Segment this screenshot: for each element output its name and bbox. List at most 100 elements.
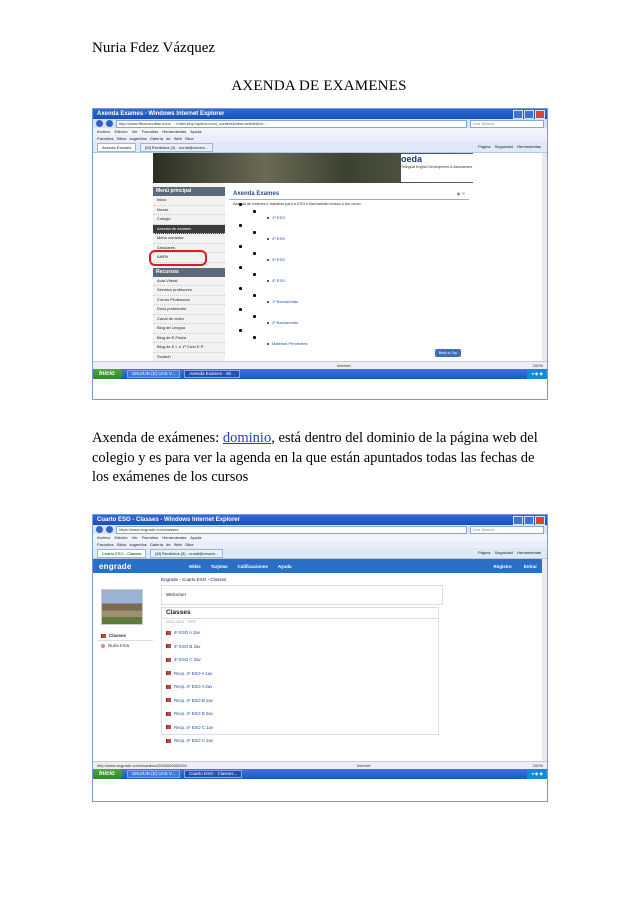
class-link[interactable]: Recp. 4º ESO B 1av — [174, 694, 213, 708]
registro-link[interactable]: Registro — [493, 564, 511, 569]
dominio-link[interactable]: dominio — [223, 430, 271, 446]
para-prefix: Axenda de exámenes: — [92, 430, 223, 446]
class-link[interactable]: Recp. 4º ESO C 2av — [174, 734, 213, 748]
class-row[interactable]: 4º ESO C 2av — [162, 653, 438, 667]
nav-item[interactable]: Scratch — [153, 353, 225, 362]
close-icon[interactable] — [535, 516, 545, 525]
book-icon — [166, 671, 171, 676]
taskbar-item[interactable]: GNU/LIN (E) UAS V... — [126, 770, 181, 778]
back-to-top-button[interactable]: Back to Top — [435, 349, 461, 357]
print-email-icons[interactable]: ▣ ✉ — [457, 191, 465, 196]
back-icon[interactable] — [96, 120, 103, 127]
command-bar[interactable]: Página Seguridad Herramientas — [478, 142, 547, 152]
course-link[interactable]: 2º ESO — [272, 236, 285, 241]
url-input[interactable]: http://www.fftcoconuttac.com/ ... index.… — [116, 119, 467, 128]
account-links: Registro Entrar — [493, 564, 547, 569]
nav-tarjetas[interactable]: Tarjetas — [211, 564, 228, 569]
course-link[interactable]: 2º Bacharelato — [272, 320, 298, 325]
sidebar-item-classes[interactable]: Classes — [97, 631, 153, 641]
nav-item[interactable]: Blog de Lengua — [153, 324, 225, 334]
tab-classes[interactable]: Cuarto ESO - Classes — [97, 548, 147, 558]
search-input[interactable]: Live Search — [470, 525, 544, 534]
taskbar-item[interactable]: GNU/LIN (E) UAS V... — [126, 370, 181, 378]
class-link[interactable]: Recp. 4º ESO A 1av — [174, 667, 212, 681]
close-icon[interactable] — [535, 110, 545, 119]
nav-item[interactable]: Novas — [153, 206, 225, 215]
course-link[interactable]: 4º ESO — [272, 278, 285, 283]
class-link[interactable]: 4º ESO A 2av — [174, 626, 200, 640]
engrade-logo[interactable]: engrade — [93, 562, 189, 571]
class-row[interactable]: 4º ESO A 2av — [162, 626, 438, 640]
class-link[interactable]: 4º ESO C 2av — [174, 653, 201, 667]
course-link[interactable]: 1º Bacharelato — [272, 299, 298, 304]
tab-strip: Axenda Exames [M] Recibidos (3) - nuriaf… — [93, 142, 547, 153]
status-bar: Internet 100% — [93, 361, 547, 369]
zone-label: Internet — [357, 763, 371, 768]
book-icon — [166, 725, 171, 730]
class-row[interactable]: Recp. 4º ESO A 2av — [162, 680, 438, 694]
nav-wikis[interactable]: Wikis — [189, 564, 201, 569]
nav-item-axenda-selected[interactable]: Axenda de exames — [153, 224, 225, 234]
class-row[interactable]: Recp. 4º ESO C 2av — [162, 734, 438, 748]
class-link[interactable]: Recp. 4º ESO C 1av — [174, 721, 213, 735]
class-row[interactable]: Recp. 4º ESO B 1av — [162, 694, 438, 708]
command-bar[interactable]: Página Seguridad Herramientas — [478, 548, 547, 558]
scrollbar[interactable] — [542, 153, 547, 361]
zoom-level[interactable]: 100% — [533, 762, 543, 769]
tab-axenda[interactable]: Axenda Exames — [97, 142, 137, 152]
class-link[interactable]: Recp. 4º ESO A 2av — [174, 680, 212, 694]
nav-ayuda[interactable]: Ayuda — [278, 564, 292, 569]
list-item: 2º Bacharelato — [235, 308, 385, 329]
maximize-icon[interactable] — [524, 110, 534, 119]
search-input[interactable]: Live Search — [470, 119, 544, 128]
forward-icon[interactable] — [106, 120, 113, 127]
class-link[interactable]: 4º ESO B 2av — [174, 640, 200, 654]
url-input[interactable]: https://www.engrade.com/classes — [116, 525, 467, 534]
nav-item[interactable]: Colegio — [153, 215, 225, 225]
author-name: Nuria Fdez Vázquez — [92, 40, 216, 56]
maximize-icon[interactable] — [524, 516, 534, 525]
nav-item[interactable]: Menu comedor — [153, 234, 225, 244]
nav-item[interactable]: Inicio — [153, 196, 225, 206]
nav-item[interactable]: Blog de E.I. e 1º Ciclo E.P. — [153, 343, 225, 353]
favorites-bar[interactable]: Favoritos Sitios sugeridos Galería de We… — [93, 135, 547, 142]
entrar-link[interactable]: Entrar — [524, 564, 537, 569]
window-controls[interactable] — [513, 110, 545, 119]
class-row[interactable]: Recp. 4º ESO C 1av — [162, 721, 438, 735]
back-icon[interactable] — [96, 526, 103, 533]
minimize-icon[interactable] — [513, 516, 523, 525]
minimize-icon[interactable] — [513, 110, 523, 119]
tab-mail[interactable]: [M] Recibidos (3) - nuriaf@cevam... — [150, 548, 224, 558]
nav-calificaciones[interactable]: Calificaciones — [238, 564, 268, 569]
course-link[interactable]: 3º ESO — [272, 257, 285, 262]
list-item: Materias Pendentes — [235, 329, 385, 350]
red-highlight-circle — [149, 250, 207, 266]
class-row[interactable]: Recp. 4º ESO A 1av — [162, 667, 438, 681]
menu-bar[interactable]: Archivo Edición Ver Favoritos Herramient… — [93, 534, 547, 541]
menu-bar[interactable]: Archivo Edición Ver Favoritos Herramient… — [93, 128, 547, 135]
class-link[interactable]: Recp. 4º ESO B 2av — [174, 707, 213, 721]
nav-item[interactable]: Servidor profesores — [153, 286, 225, 296]
class-row[interactable]: 4º ESO B 2av — [162, 640, 438, 654]
nav-item[interactable]: Docs profesores — [153, 305, 225, 315]
nav-item[interactable]: Correo Profesores — [153, 296, 225, 305]
sidebar-item-user[interactable]: Nuria Irma — [97, 641, 153, 650]
taskbar-item-active[interactable]: Cuarto ESO - Classes... — [184, 770, 243, 778]
breadcrumb[interactable]: Engrade › Cuarto ESO › Classes — [161, 577, 226, 582]
scrollbar[interactable] — [542, 559, 547, 761]
book-icon — [166, 644, 171, 649]
course-link[interactable]: Materias Pendentes — [272, 341, 308, 346]
nav-item[interactable]: Aula Virtual — [153, 277, 225, 286]
course-link[interactable]: 1º ESO — [272, 215, 285, 220]
favorites-bar[interactable]: Favoritos Sitios sugeridos Galería de We… — [93, 541, 547, 548]
start-button[interactable]: Inicio — [93, 369, 123, 379]
nav-item[interactable]: Blog de E.Física — [153, 334, 225, 343]
start-button[interactable]: Inicio — [93, 769, 123, 779]
tab-mail[interactable]: [M] Recibidos (3) - nuriaf@cevam... — [140, 142, 214, 152]
forward-icon[interactable] — [106, 526, 113, 533]
class-row[interactable]: Recp. 4º ESO B 2av — [162, 707, 438, 721]
nav-item[interactable]: Canal de vídeo — [153, 315, 225, 324]
taskbar-item-active[interactable]: Axenda Exames - Wi... — [184, 370, 241, 378]
window-controls[interactable] — [513, 516, 545, 525]
zoom-level[interactable]: 100% — [533, 362, 543, 369]
